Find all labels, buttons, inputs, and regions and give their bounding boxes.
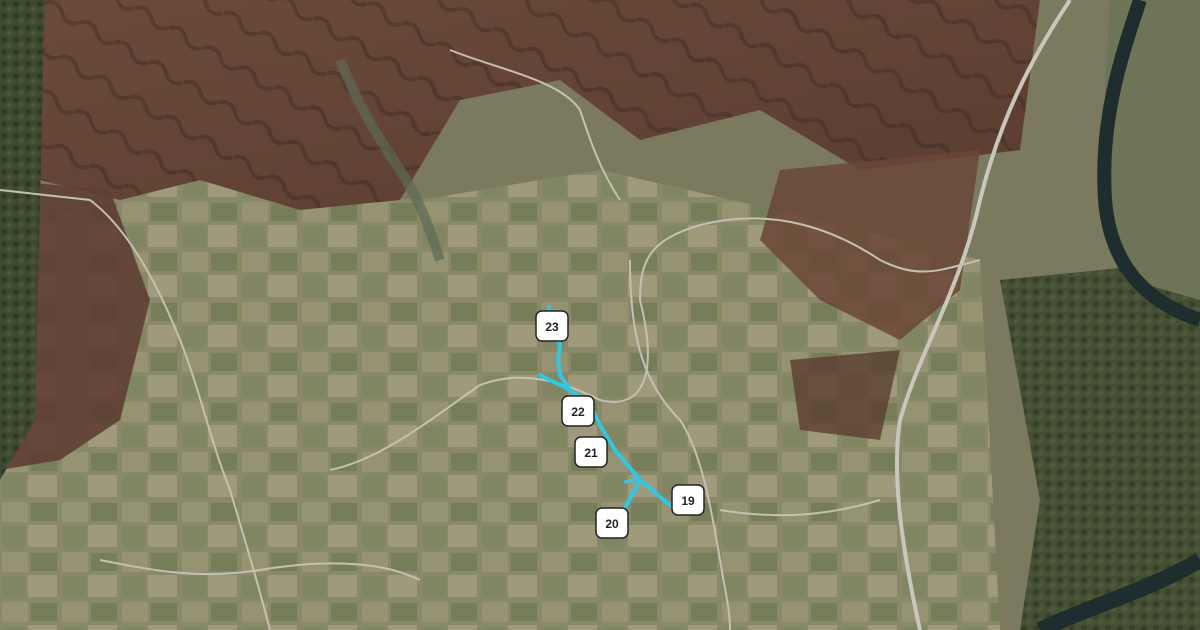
waypoint-marker-23[interactable]: 23 [535, 310, 569, 342]
waypoint-marker-21[interactable]: 21 [574, 436, 608, 468]
waypoint-marker-22[interactable]: 22 [561, 395, 595, 427]
waypoint-marker-20[interactable]: 20 [595, 507, 629, 539]
waypoint-marker-19[interactable]: 19 [671, 484, 705, 516]
marker-label: 20 [605, 517, 619, 531]
marker-label: 21 [584, 446, 598, 460]
marker-label: 22 [571, 405, 585, 419]
satellite-map[interactable]: 19 20 21 22 23 [0, 0, 1200, 630]
marker-label: 19 [681, 494, 695, 508]
marker-label: 23 [545, 320, 559, 334]
map-canvas[interactable]: 19 20 21 22 23 [0, 0, 1200, 630]
